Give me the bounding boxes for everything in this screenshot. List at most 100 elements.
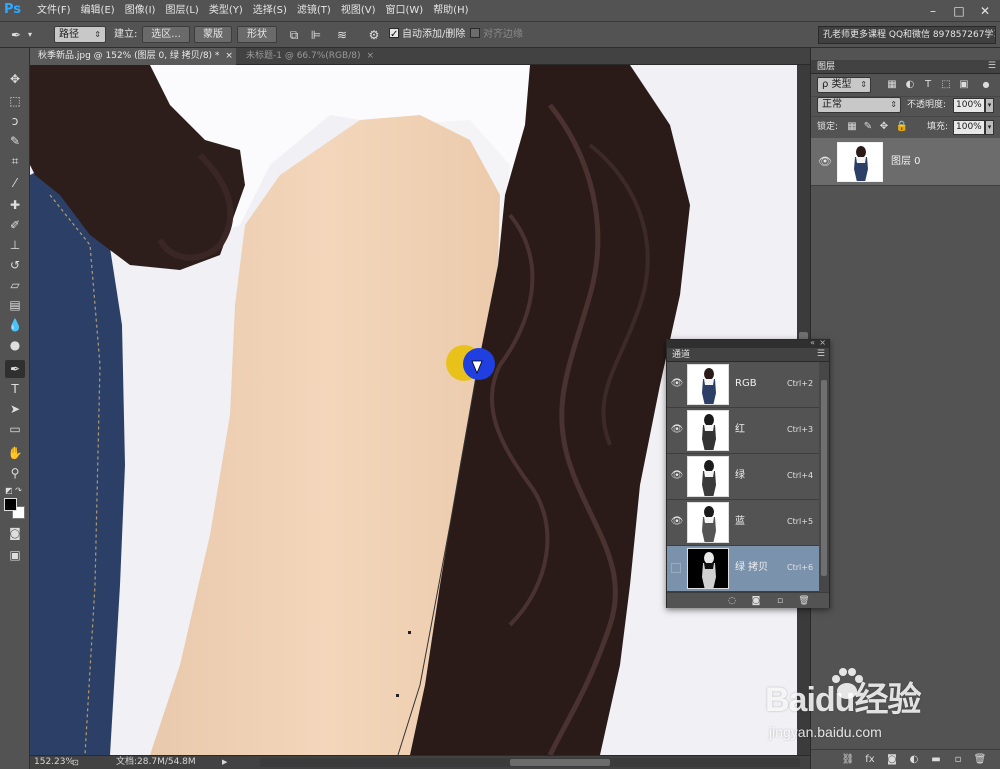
move-tool-icon[interactable]: ✥ (5, 70, 25, 88)
filter-toggle-icon[interactable]: ● (979, 78, 993, 92)
menu-file[interactable]: 文件(F) (34, 0, 74, 22)
tab-autumn-new[interactable]: 秋季新品.jpg @ 152% (图层 0, 绿 拷贝/8) * × (30, 48, 236, 65)
path-operations-icon[interactable]: ⧉ (286, 27, 302, 43)
align-edges-checkbox[interactable] (470, 28, 480, 38)
quick-select-tool-icon[interactable]: ✎ (5, 132, 25, 150)
channel-row-red[interactable]: 👁 红 Ctrl+3 (667, 408, 819, 454)
lock-all-icon[interactable]: 🔒 (895, 120, 909, 134)
layer-row[interactable]: 👁 图层 0 (811, 138, 1000, 186)
shape-filter-icon[interactable]: ⬚ (939, 78, 953, 92)
scroll-thumb[interactable] (510, 759, 610, 766)
minimize-button[interactable]: – (922, 2, 944, 20)
eye-icon[interactable]: 👁 (670, 515, 684, 529)
eraser-tool-icon[interactable]: ▱ (5, 276, 25, 294)
close-icon[interactable]: × (366, 51, 374, 61)
collapse-icon[interactable]: « (810, 338, 815, 347)
chevron-down-icon[interactable]: ▾ (985, 120, 994, 135)
menu-edit[interactable]: 编辑(E) (78, 0, 118, 22)
type-filter-icon[interactable]: T (921, 78, 935, 92)
make-mask-button[interactable]: 蒙版 (194, 26, 232, 43)
align-edges-toggle[interactable]: 对齐边缘 (470, 26, 523, 43)
lock-position-icon[interactable]: ✥ (877, 120, 891, 134)
panel-menu-icon[interactable]: ☰ (988, 61, 996, 71)
tab-layers[interactable]: 图层 (817, 60, 835, 74)
auto-add-delete-checkbox[interactable] (389, 26, 399, 43)
dodge-tool-icon[interactable]: ● (5, 336, 25, 354)
pixel-filter-icon[interactable]: ▦ (885, 78, 899, 92)
eye-icon[interactable]: 👁 (817, 154, 833, 170)
menu-type[interactable]: 类型(Y) (206, 0, 246, 22)
share-icon[interactable]: ⊡ (72, 756, 79, 769)
hand-tool-icon[interactable]: ✋ (5, 444, 25, 462)
workspace-select[interactable]: 孔老师更多课程 QQ和微信 897857267学习 (818, 26, 996, 44)
channel-row-green[interactable]: 👁 绿 Ctrl+4 (667, 454, 819, 500)
path-selection-tool-icon[interactable]: ➤ (5, 400, 25, 418)
fill-input[interactable]: 100% ▾ (953, 120, 994, 135)
close-icon[interactable]: × (225, 51, 233, 61)
tool-mode-select[interactable]: 路径 ⇕ (54, 26, 106, 43)
rectangle-tool-icon[interactable]: ▭ (5, 420, 25, 438)
menu-help[interactable]: 帮助(H) (430, 0, 471, 22)
zoom-level[interactable]: 152.23% (34, 756, 74, 769)
history-brush-tool-icon[interactable]: ↺ (5, 256, 25, 274)
panel-drag-bar[interactable]: « × (667, 338, 829, 348)
trash-icon[interactable]: 🗑 (973, 753, 987, 767)
lock-transparent-icon[interactable]: ▦ (845, 120, 859, 134)
pen-tool-icon[interactable]: ✒ (5, 360, 25, 378)
healing-brush-tool-icon[interactable]: ✚ (5, 196, 25, 214)
new-channel-icon[interactable]: ▫ (773, 594, 787, 608)
blend-mode-select[interactable]: 正常 ⇕ (817, 97, 901, 113)
menu-image[interactable]: 图像(I) (122, 0, 159, 22)
auto-add-delete-toggle[interactable]: 自动添加/删除 (389, 26, 465, 43)
visibility-toggle[interactable] (671, 563, 681, 573)
type-tool-icon[interactable]: T (5, 380, 25, 398)
eye-icon[interactable]: 👁 (670, 423, 684, 437)
channel-row-blue[interactable]: 👁 蓝 Ctrl+5 (667, 500, 819, 546)
crop-tool-icon[interactable]: ⌗ (5, 152, 25, 170)
close-icon[interactable]: × (819, 338, 826, 347)
channel-row-rgb[interactable]: 👁 RGB Ctrl+2 (667, 362, 819, 408)
quick-mask-icon[interactable]: ◙ (5, 524, 25, 542)
foreground-color-swatch[interactable] (4, 498, 17, 511)
status-menu-arrow[interactable]: ▶ (222, 756, 227, 769)
gear-icon[interactable]: ⚙ (366, 27, 382, 43)
maximize-button[interactable]: □ (948, 2, 970, 20)
marquee-tool-icon[interactable]: ⬚ (5, 92, 25, 110)
gradient-tool-icon[interactable]: ▤ (5, 296, 25, 314)
screen-mode-icon[interactable]: ▣ (5, 546, 25, 564)
channels-scrollbar[interactable] (819, 362, 829, 592)
layer-filter-select[interactable]: ρ 类型 ⇕ (817, 77, 871, 93)
make-selection-button[interactable]: 选区... (142, 26, 190, 43)
lasso-tool-icon[interactable]: ↄ (5, 112, 25, 130)
blur-tool-icon[interactable]: 💧 (5, 316, 25, 334)
menu-select[interactable]: 选择(S) (250, 0, 290, 22)
brush-tool-icon[interactable]: ✐ (5, 216, 25, 234)
menu-view[interactable]: 视图(V) (338, 0, 379, 22)
save-selection-icon[interactable]: ◙ (749, 594, 763, 608)
chevron-down-icon[interactable]: ▾ (985, 98, 994, 113)
adjustment-filter-icon[interactable]: ◐ (903, 78, 917, 92)
make-shape-button[interactable]: 形状 (237, 26, 277, 43)
menu-filter[interactable]: 滤镜(T) (294, 0, 334, 22)
opacity-input[interactable]: 100% ▾ (953, 98, 994, 113)
channel-row-green-copy[interactable]: 绿 拷贝 Ctrl+6 (667, 546, 819, 592)
zoom-tool-icon[interactable]: ⚲ (5, 464, 25, 482)
tab-channels[interactable]: 通道 (672, 348, 690, 362)
eye-icon[interactable]: 👁 (670, 469, 684, 483)
panel-menu-icon[interactable]: ☰ (817, 349, 825, 359)
trash-icon[interactable]: 🗑 (797, 594, 811, 608)
eyedropper-tool-icon[interactable]: ⁄ (5, 174, 25, 192)
tab-untitled[interactable]: 未标题-1 @ 66.7%(RGB/8) × (238, 48, 378, 65)
menu-layer[interactable]: 图层(L) (162, 0, 201, 22)
layer-name[interactable]: 图层 0 (891, 154, 921, 170)
clone-stamp-tool-icon[interactable]: ⊥ (5, 236, 25, 254)
eye-icon[interactable]: 👁 (670, 377, 684, 391)
scroll-thumb[interactable] (821, 380, 827, 576)
menu-window[interactable]: 窗口(W) (382, 0, 426, 22)
path-arrangement-icon[interactable]: ≋ (334, 27, 350, 43)
horizontal-scrollbar[interactable] (260, 758, 800, 767)
smart-object-filter-icon[interactable]: ▣ (957, 78, 971, 92)
chevron-down-icon[interactable]: ▾ (22, 27, 38, 43)
path-alignment-icon[interactable]: ⊫ (308, 27, 324, 43)
load-selection-icon[interactable]: ◌ (725, 594, 739, 608)
